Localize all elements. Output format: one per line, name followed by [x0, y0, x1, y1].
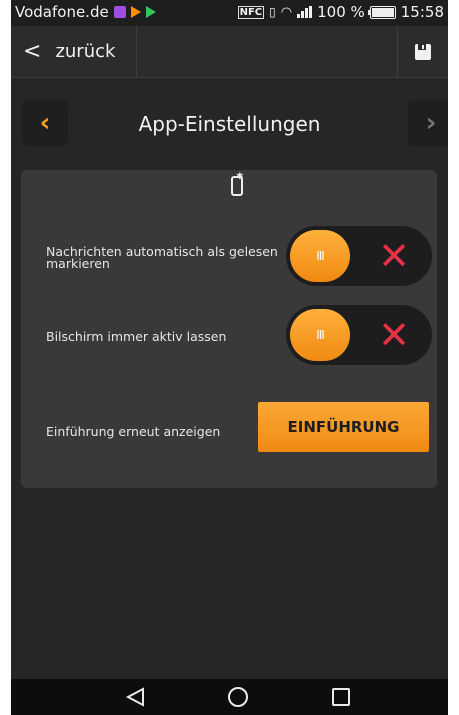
play-store-orange-icon — [130, 6, 141, 18]
play-store-icon — [145, 6, 156, 18]
close-icon: ✕ — [378, 313, 410, 357]
close-icon: ✕ — [378, 234, 410, 278]
android-nav-bar — [11, 679, 448, 715]
chevron-left-icon: ‹ — [39, 108, 51, 138]
nfc-icon: NFC — [237, 5, 265, 19]
carrier-name: Vodafone.de — [15, 3, 109, 21]
save-button[interactable] — [397, 26, 448, 77]
photos-icon — [113, 6, 126, 18]
save-icon — [415, 43, 431, 60]
signal-icon — [297, 6, 313, 18]
wifi-icon: ◠ — [280, 4, 293, 20]
intro-button[interactable]: EINFÜHRUNG — [258, 402, 429, 452]
screen-on-label: Bilschirm immer aktiv lassen — [46, 329, 227, 344]
battery-icon — [367, 5, 396, 19]
status-bar: Vodafone.de NFC ▯ ◠ 100 % 15:58 — [11, 0, 448, 26]
screen-on-toggle[interactable]: III ✕ — [286, 305, 432, 365]
knob-grip-icon: III — [316, 328, 325, 342]
recents-square-icon[interactable] — [332, 688, 350, 706]
top-bar: < zurück — [11, 26, 448, 78]
app-screen: Vodafone.de NFC ▯ ◠ 100 % 15:58 < zurück… — [11, 0, 448, 715]
auto-read-toggle[interactable]: III ✕ — [286, 226, 432, 286]
intro-label: Einführung erneut anzeigen — [46, 424, 221, 439]
auto-read-label: Nachrichten automatisch als gelesen mark… — [46, 244, 278, 271]
home-circle-icon[interactable] — [228, 687, 248, 707]
back-button[interactable]: < zurück — [11, 26, 137, 77]
previous-page-button[interactable]: ‹ — [22, 100, 68, 146]
back-label: zurück — [55, 41, 116, 62]
page-title: App-Einstellungen — [138, 112, 321, 136]
status-right: NFC ▯ ◠ 100 % 15:58 — [237, 3, 444, 21]
toggle-knob[interactable]: III — [290, 309, 350, 361]
chevron-left-icon: < — [23, 39, 42, 64]
battery-percent: 100 % — [317, 3, 365, 21]
back-triangle-icon[interactable] — [124, 686, 146, 708]
status-left: Vodafone.de — [15, 3, 156, 21]
knob-grip-icon: III — [316, 249, 325, 263]
vibrate-icon: ▯ — [269, 5, 276, 19]
chevron-right-icon: › — [425, 108, 437, 138]
toggle-knob[interactable]: III — [290, 230, 350, 282]
next-page-button[interactable]: › — [408, 100, 448, 146]
phone-settings-icon — [231, 172, 244, 196]
clock: 15:58 — [400, 3, 444, 21]
